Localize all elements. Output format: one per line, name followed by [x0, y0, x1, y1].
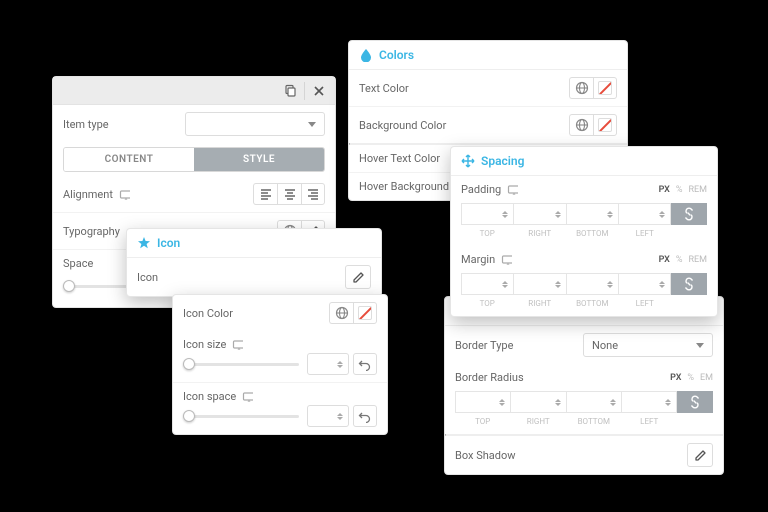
icon-space-reset-button[interactable]: [353, 405, 377, 427]
border-radius-label: Border Radius: [455, 371, 524, 384]
icon-color-swatch[interactable]: [353, 302, 377, 324]
border-radius-inputs: [445, 391, 723, 417]
desktop-icon: [501, 254, 512, 265]
margin-bottom-input[interactable]: [567, 273, 619, 295]
radius-top-input[interactable]: [455, 391, 511, 413]
margin-link-button[interactable]: [671, 273, 707, 295]
icon-label: Icon: [137, 271, 158, 284]
panel-titlebar: [53, 77, 335, 105]
desktop-icon: [507, 184, 518, 195]
padding-units[interactable]: PX%REM: [659, 185, 707, 195]
border-radius-units[interactable]: PX%EM: [670, 373, 713, 383]
padding-left-input[interactable]: [619, 203, 671, 225]
padding-right-input[interactable]: [514, 203, 566, 225]
item-type-select[interactable]: [185, 112, 325, 136]
radius-right-input[interactable]: [511, 391, 566, 413]
content-style-tabs: CONTENT STYLE: [63, 147, 325, 172]
border-shadow-panel: Border and shadow Border Type None Borde…: [444, 296, 724, 475]
margin-units[interactable]: PX%REM: [659, 255, 707, 265]
icon-color-globe-button[interactable]: [329, 302, 353, 324]
icon-size-input[interactable]: [307, 353, 349, 375]
margin-inputs: [451, 273, 717, 299]
spacing-panel: Spacing Padding PX%REM TOPRIGHTBOTTOMLEF…: [450, 146, 718, 317]
radius-left-input[interactable]: [622, 391, 677, 413]
spacing-panel-title: Spacing: [481, 154, 524, 168]
close-button[interactable]: [307, 80, 331, 102]
hover-text-color-label: Hover Text Color: [359, 152, 440, 165]
icon-size-reset-button[interactable]: [353, 353, 377, 375]
icon-size-slider[interactable]: [183, 355, 299, 373]
typography-label: Typography: [63, 225, 120, 238]
radius-link-button[interactable]: [677, 391, 713, 413]
no-color-icon: [358, 306, 372, 320]
icon-picker-button[interactable]: [345, 265, 371, 289]
background-color-swatch[interactable]: [593, 114, 617, 136]
duplicate-button[interactable]: [278, 80, 302, 102]
text-color-swatch[interactable]: [593, 77, 617, 99]
icon-space-input[interactable]: [307, 405, 349, 427]
margin-left-input[interactable]: [619, 273, 671, 295]
align-right-button[interactable]: [301, 183, 325, 205]
icon-size-label: Icon size: [183, 338, 226, 351]
no-color-icon: [598, 118, 612, 132]
padding-inputs: [451, 203, 717, 229]
tab-style[interactable]: STYLE: [194, 148, 324, 171]
icon-color-label: Icon Color: [183, 307, 233, 320]
border-type-select[interactable]: None: [583, 333, 713, 357]
desktop-icon: [119, 189, 130, 200]
radius-bottom-input[interactable]: [567, 391, 622, 413]
alignment-label: Alignment: [63, 188, 113, 201]
alignment-buttons: [253, 183, 325, 205]
box-shadow-label: Box Shadow: [455, 449, 516, 462]
margin-top-input[interactable]: [461, 273, 514, 295]
box-shadow-edit-button[interactable]: [687, 443, 713, 467]
icon-space-slider[interactable]: [183, 407, 299, 425]
move-icon: [461, 154, 475, 168]
item-type-label: Item type: [63, 118, 109, 131]
icon-details-panel: Icon Color Icon size Icon space: [172, 294, 388, 435]
space-label: Space: [63, 257, 93, 270]
padding-top-input[interactable]: [461, 203, 514, 225]
border-type-label: Border Type: [455, 339, 513, 352]
padding-bottom-input[interactable]: [567, 203, 619, 225]
icon-panel: Icon Icon: [126, 228, 382, 297]
text-color-globe-button[interactable]: [569, 77, 593, 99]
text-color-label: Text Color: [359, 82, 409, 95]
background-color-globe-button[interactable]: [569, 114, 593, 136]
padding-link-button[interactable]: [671, 203, 707, 225]
icon-panel-title: Icon: [157, 236, 180, 250]
padding-label: Padding: [461, 183, 501, 196]
align-center-button[interactable]: [277, 183, 301, 205]
desktop-icon: [242, 391, 253, 402]
margin-right-input[interactable]: [514, 273, 566, 295]
tab-content[interactable]: CONTENT: [64, 148, 194, 171]
icon-space-label: Icon space: [183, 390, 236, 403]
align-left-button[interactable]: [253, 183, 277, 205]
margin-label: Margin: [461, 253, 495, 266]
desktop-icon: [232, 339, 243, 350]
no-color-icon: [598, 81, 612, 95]
star-icon: [137, 236, 151, 250]
drop-icon: [359, 48, 373, 62]
colors-panel-title: Colors: [379, 48, 414, 62]
background-color-label: Background Color: [359, 119, 446, 132]
